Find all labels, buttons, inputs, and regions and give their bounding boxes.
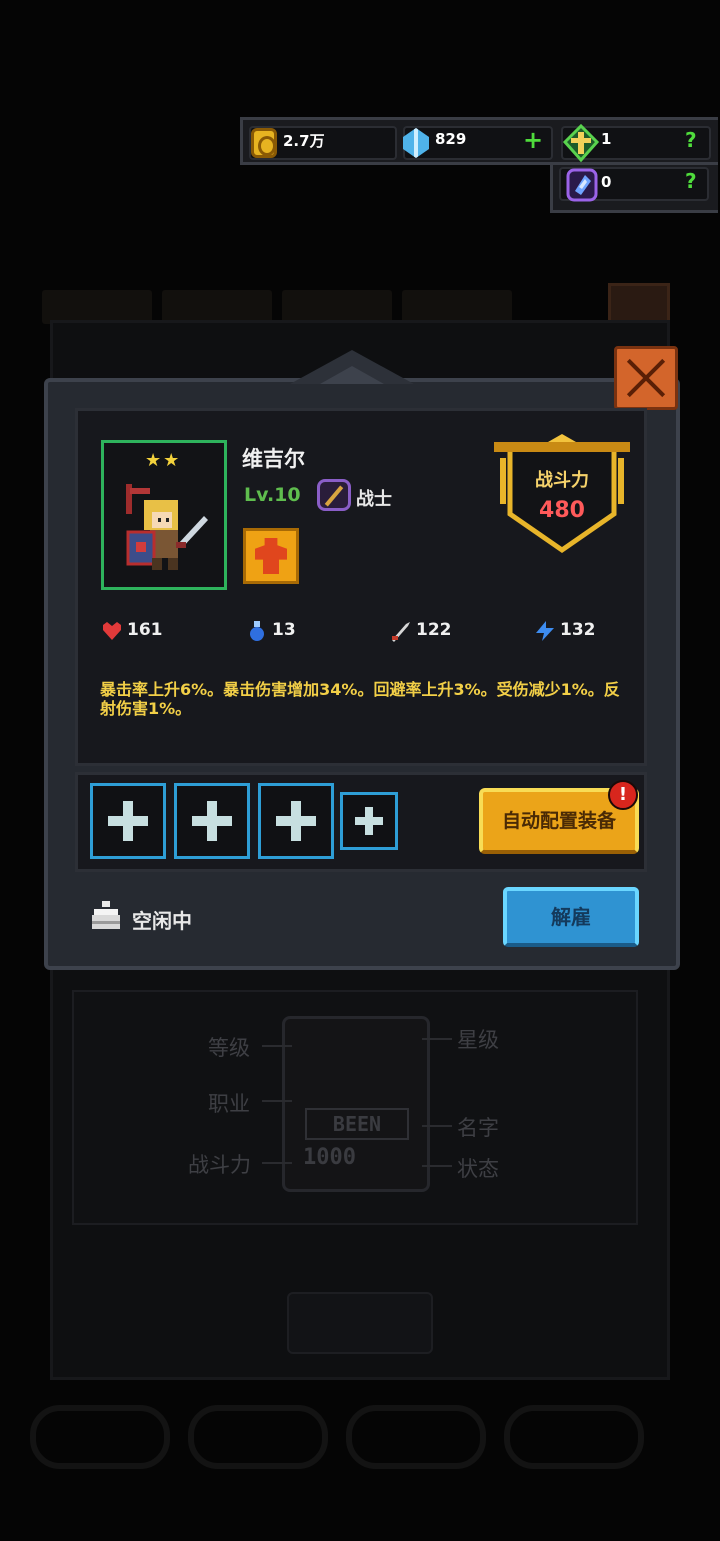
- guide-card-name: BEEN: [305, 1108, 409, 1140]
- guide-label-name: 名字: [457, 1116, 499, 1140]
- equipment-slot-1[interactable]: [90, 783, 166, 859]
- stat-speed: 132: [534, 620, 596, 641]
- stat-mp-value: 13: [272, 620, 296, 640]
- guide-pointer: [422, 1165, 452, 1167]
- armor-skill-icon[interactable]: [243, 528, 299, 584]
- battle-power-value: 480: [539, 498, 585, 523]
- crystal-token-icon: [566, 168, 598, 202]
- guide-label-star: 星级: [457, 1028, 499, 1052]
- hero-trait-description: 暴击率上升6%。暴击伤害增加34%。回避率上升3%。受伤减少1%。反射伤害1%。: [100, 680, 620, 718]
- background-bottom-button: [287, 1292, 433, 1354]
- gem-amount: 829: [435, 130, 467, 148]
- guide-label-level: 等级: [208, 1036, 250, 1060]
- currency-bar: 2.7万 829 + 1 ?: [240, 117, 718, 165]
- lightning-icon: [536, 621, 554, 641]
- token-a-help-button[interactable]: ?: [685, 128, 697, 152]
- background-tab: [402, 290, 512, 324]
- plus-icon: [123, 801, 133, 841]
- stat-attack-value: 122: [416, 620, 452, 640]
- hero-warrior-sprite: [126, 484, 208, 570]
- stat-speed-value: 132: [560, 620, 596, 640]
- guide-pointer: [262, 1100, 292, 1102]
- token-b-amount: 0: [601, 173, 612, 191]
- guide-label-class: 职业: [208, 1092, 250, 1116]
- guide-pointer: [422, 1125, 452, 1127]
- plus-icon: [207, 801, 217, 841]
- hero-name: 维吉尔: [242, 447, 305, 471]
- dismiss-hero-button[interactable]: 解雇: [503, 887, 639, 947]
- heart-icon: [103, 622, 121, 640]
- currency-bar-secondary: 0 ?: [550, 165, 718, 213]
- stat-mp: 13: [246, 620, 296, 641]
- token-a-amount: 1: [601, 130, 612, 148]
- hero-class: 战士: [356, 489, 392, 510]
- equipment-slot-3[interactable]: [258, 783, 334, 859]
- background-bottom-tabs: [30, 1405, 690, 1475]
- stat-attack: 122: [390, 620, 452, 642]
- add-gems-button[interactable]: +: [523, 126, 543, 154]
- guide-label-state: 状态: [457, 1157, 499, 1181]
- idle-cake-icon: [92, 901, 120, 929]
- plus-icon: [365, 807, 373, 835]
- alert-badge-icon: !: [608, 780, 638, 810]
- stat-hp-value: 161: [127, 620, 163, 640]
- background-tab: [162, 290, 272, 324]
- guide-pointer: [262, 1045, 292, 1047]
- plus-icon: [291, 801, 301, 841]
- battle-power-badge: [494, 434, 630, 554]
- stat-hp: 161: [101, 620, 163, 640]
- guide-pointer: [262, 1162, 292, 1164]
- gold-amount: 2.7万: [283, 132, 325, 150]
- sword-icon: [392, 622, 410, 642]
- gold-coin-icon: [251, 128, 277, 158]
- guide-label-power: 战斗力: [188, 1153, 251, 1177]
- mana-potion-icon: [250, 621, 264, 641]
- winged-token-icon: [562, 124, 600, 163]
- hero-star-rating: ★★: [145, 450, 182, 471]
- background-tab: [282, 290, 392, 324]
- hero-status-text: 空闲中: [132, 909, 192, 933]
- battle-power-label: 战斗力: [535, 470, 589, 491]
- guide-pointer: [422, 1038, 452, 1040]
- hero-level: Lv.10: [244, 484, 301, 506]
- equipment-slot-2[interactable]: [174, 783, 250, 859]
- guide-card-power: 1000: [303, 1145, 356, 1170]
- close-button[interactable]: [614, 346, 678, 410]
- equipment-slot-4[interactable]: [340, 792, 398, 850]
- warrior-class-icon: [317, 479, 351, 511]
- background-tab: [42, 290, 152, 324]
- token-b-help-button[interactable]: ?: [685, 169, 697, 193]
